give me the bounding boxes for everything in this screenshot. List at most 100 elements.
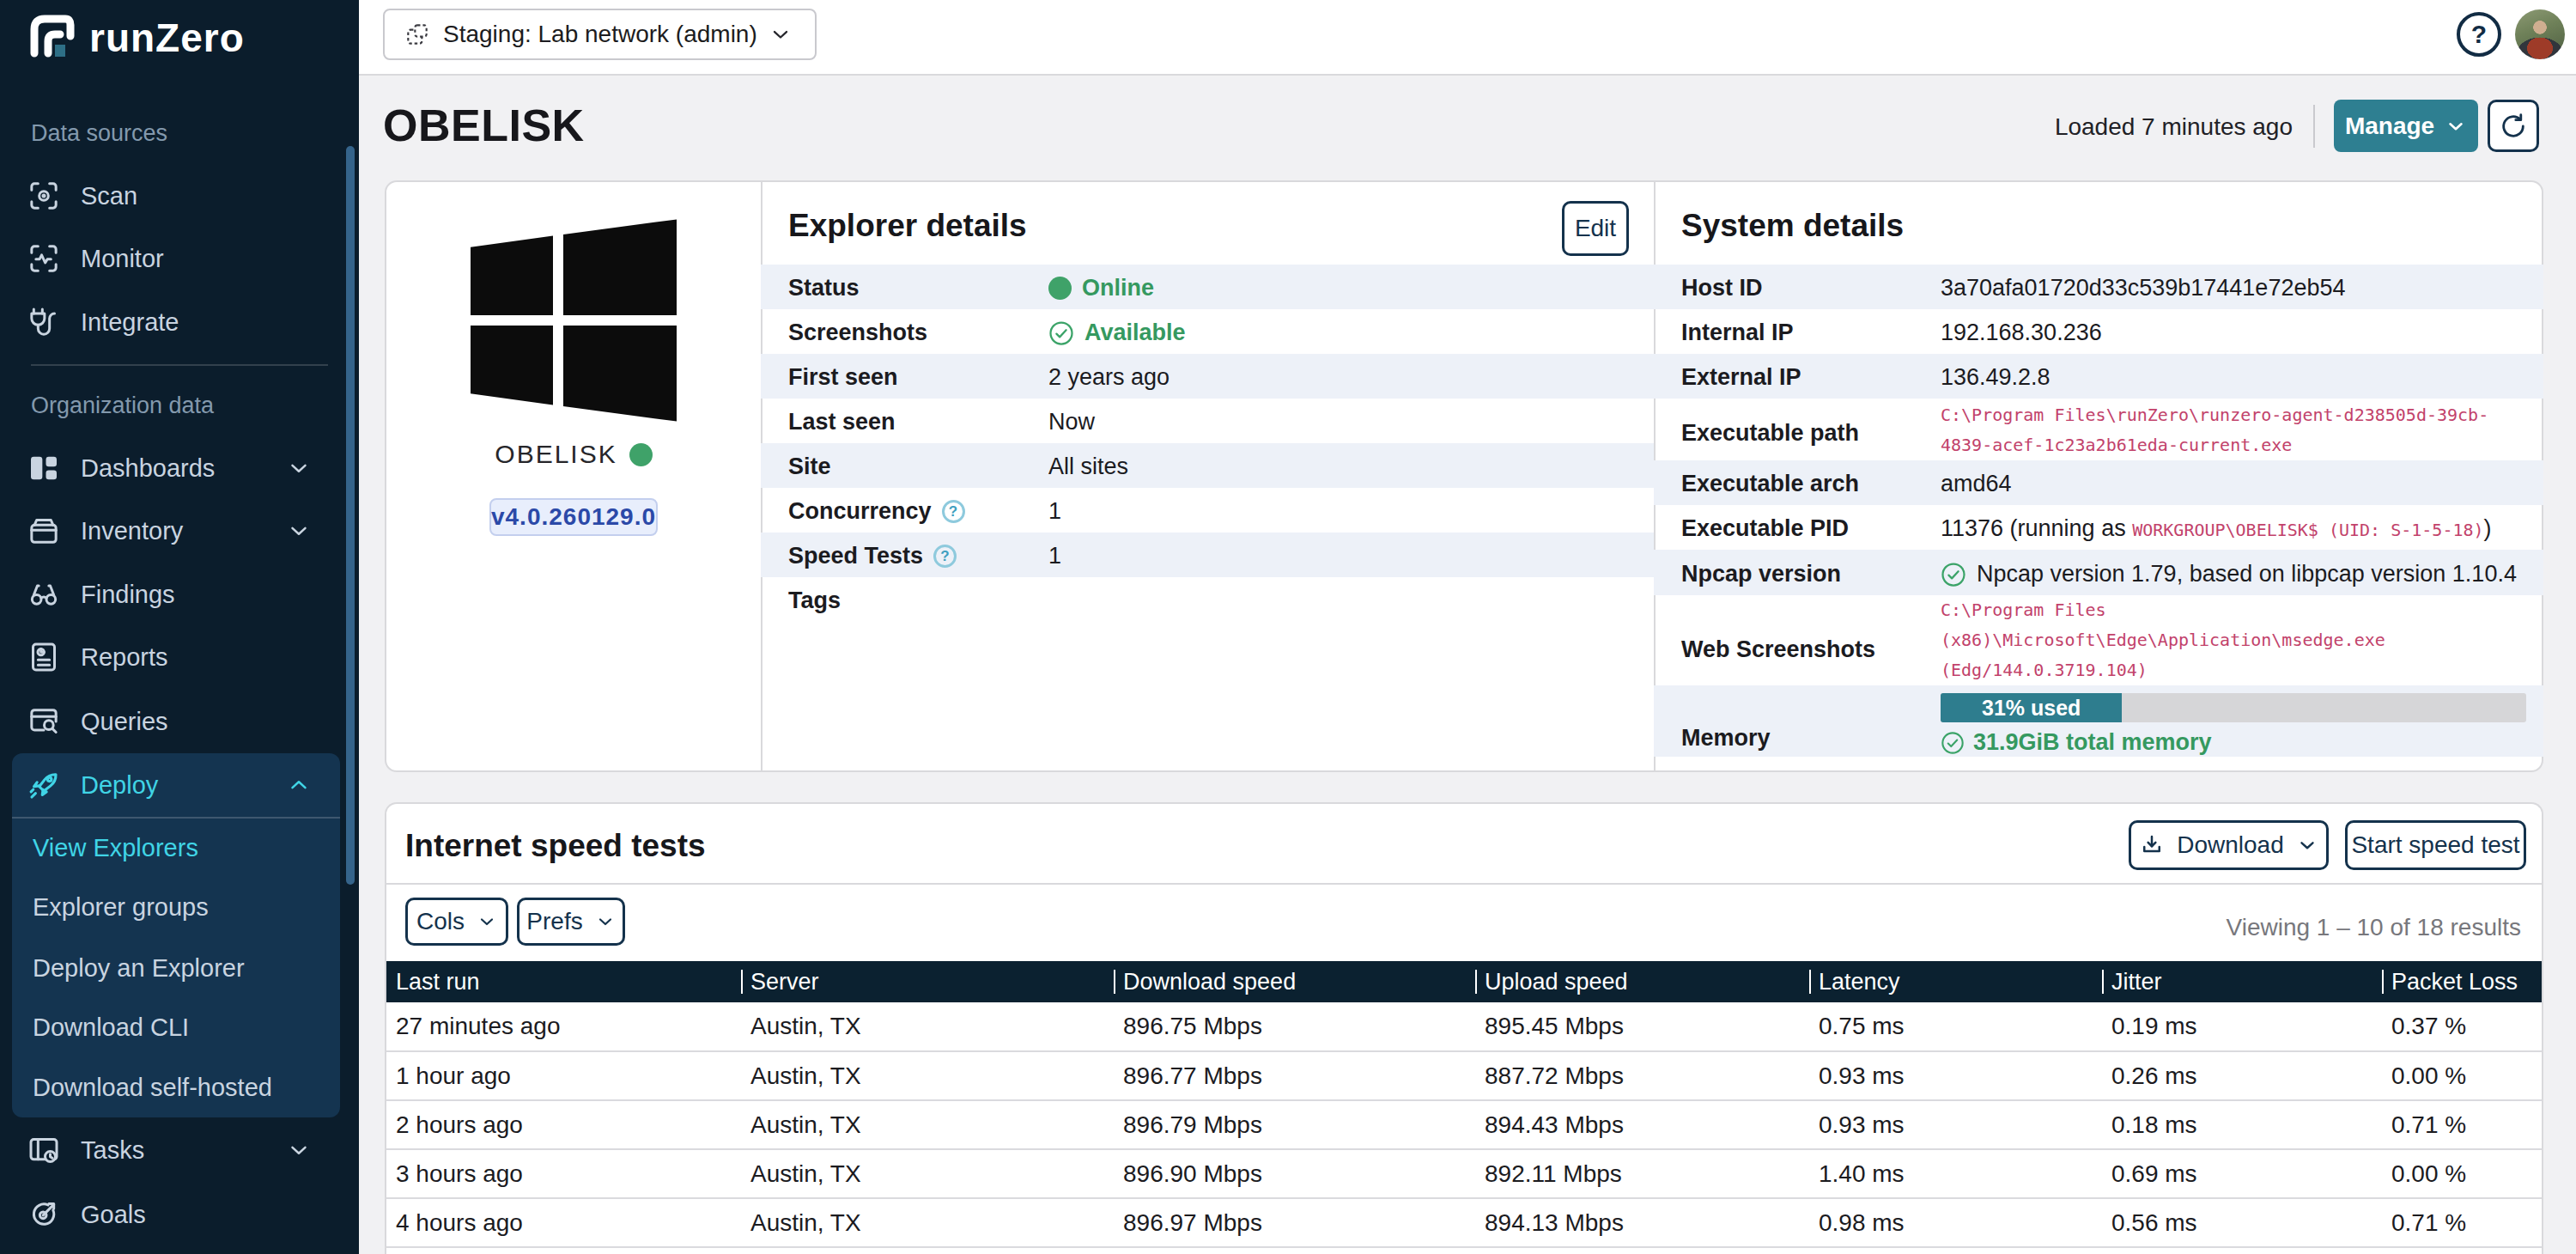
windows-logo	[471, 218, 677, 423]
org-switcher[interactable]: Staging: Lab network (admin)	[383, 9, 817, 60]
sidebar-item-reports[interactable]: Reports	[0, 630, 343, 684]
table-row: 27 minutes agoAustin, TX896.75 Mbps895.4…	[386, 1002, 2542, 1051]
chevron-down-icon	[286, 1137, 312, 1163]
sidebar-item-integrate[interactable]: Integrate	[0, 295, 343, 349]
sidebar-item-deploy-an-explorer[interactable]: Deploy an Explorer	[12, 944, 340, 992]
detail-row-external-ip: External IP 136.49.2.8	[1654, 354, 2543, 399]
question-circle-icon[interactable]: ?	[942, 500, 965, 523]
logo-text: runZero	[89, 15, 245, 61]
table-cell: 0.93 ms	[1809, 1051, 2102, 1100]
tasks-icon	[26, 1132, 62, 1168]
table-cell: Austin, TX	[741, 1002, 1114, 1051]
sidebar-item-dashboards[interactable]: Dashboards	[0, 441, 343, 495]
table-cell: 0.56 ms	[2102, 1198, 2382, 1247]
sidebar-item-scan[interactable]: Scan	[0, 169, 343, 222]
detail-row-executable-path: Executable path C:\Program Files\runZero…	[1654, 399, 2543, 460]
detail-row-host-id: Host ID 3a70afa01720d33c539b17441e72eb54	[1654, 265, 2543, 309]
table-cell: 896.79 Mbps	[1114, 1100, 1475, 1149]
manage-button[interactable]: Manage	[2334, 100, 2478, 152]
refresh-button[interactable]	[2488, 100, 2539, 152]
download-button[interactable]: Download	[2129, 820, 2329, 870]
sidebar-item-explorer-groups[interactable]: Explorer groups	[12, 883, 340, 931]
page-title: OBELISK	[383, 100, 585, 151]
column-header[interactable]: Latency	[1809, 961, 2102, 1002]
table-cell: 1.40 ms	[1809, 1149, 2102, 1198]
explorer-details-title: Explorer details	[788, 208, 1027, 244]
dashboards-icon	[26, 450, 62, 486]
sidebar-item-findings[interactable]: Findings	[0, 568, 343, 621]
org-switcher-icon	[404, 21, 431, 48]
memory-usage-bar: 31% used	[1941, 693, 2526, 722]
card-divider	[386, 883, 2542, 885]
status-dot	[1048, 277, 1072, 300]
prefs-button[interactable]: Prefs	[517, 898, 625, 946]
sidebar-item-deploy[interactable]: Deploy	[12, 758, 340, 812]
detail-row-executable-pid: Executable PID 11376 (running as WORKGRO…	[1654, 505, 2543, 550]
start-speed-test-button[interactable]: Start speed test	[2345, 820, 2526, 870]
chevron-down-icon	[477, 911, 497, 932]
column-separator	[1809, 970, 1811, 994]
column-header[interactable]: Server	[741, 961, 1114, 1002]
sidebar-item-view-explorers[interactable]: View Explorers	[12, 824, 340, 872]
detail-row-tags: Tags	[761, 577, 1654, 622]
runzero-logo-icon	[22, 10, 77, 65]
table-cell: Austin, TX	[741, 1149, 1114, 1198]
version-badge[interactable]: v4.0.260129.0	[489, 498, 658, 536]
sidebar-item-download-cli[interactable]: Download CLI	[12, 1003, 340, 1051]
table-cell: 27 minutes ago	[386, 1002, 741, 1051]
table-cell: 0.18 ms	[2102, 1100, 2382, 1149]
help-icon[interactable]: ?	[2457, 12, 2501, 57]
org-switcher-label: Staging: Lab network (admin)	[443, 21, 757, 48]
sidebar-scrollbar[interactable]	[346, 146, 355, 885]
column-separator	[2102, 970, 2104, 994]
avatar[interactable]	[2515, 9, 2565, 59]
deploy-rocket-icon	[26, 767, 62, 803]
runzero-logo[interactable]: runZero	[22, 10, 245, 65]
sidebar-item-monitor[interactable]: Monitor	[0, 232, 343, 285]
chevron-down-icon	[286, 518, 312, 544]
speed-tests-title: Internet speed tests	[405, 828, 706, 864]
table-cell: 894.13 Mbps	[1475, 1198, 1809, 1247]
table-row: 1 hour agoAustin, TX896.77 Mbps887.72 Mb…	[386, 1051, 2542, 1100]
column-header[interactable]: Jitter	[2102, 961, 2382, 1002]
table-cell: 0.00 %	[2382, 1149, 2542, 1198]
table-cell: 0.75 ms	[1809, 1002, 2102, 1051]
edit-button[interactable]: Edit	[1562, 201, 1629, 256]
table-cell: Austin, TX	[741, 1100, 1114, 1149]
chevron-down-icon	[2445, 115, 2467, 137]
system-details-title: System details	[1681, 208, 1904, 244]
table-cell: 896.90 Mbps	[1114, 1149, 1475, 1198]
table-cell: 894.43 Mbps	[1475, 1100, 1809, 1149]
cols-button[interactable]: Cols	[405, 898, 508, 946]
table-cell: 0.26 ms	[2102, 1051, 2382, 1100]
reports-icon	[26, 639, 62, 675]
header-divider	[2313, 105, 2315, 148]
table-cell: 0.69 ms	[2102, 1149, 2382, 1198]
column-header[interactable]: Packet Loss	[2382, 961, 2542, 1002]
question-circle-icon[interactable]: ?	[933, 545, 957, 568]
table-cell: 4 hours ago	[386, 1198, 741, 1247]
download-icon	[2139, 832, 2165, 858]
sidebar-item-inventory[interactable]: Inventory	[0, 504, 343, 557]
table-cell: 0.71 %	[2382, 1100, 2542, 1149]
explorer-details-section: Explorer details Edit Status Online Scre…	[761, 182, 1654, 770]
table-cell: 0.98 ms	[1809, 1198, 2102, 1247]
column-header[interactable]: Last run	[386, 961, 741, 1002]
column-header[interactable]: Upload speed	[1475, 961, 1809, 1002]
viewing-count: Viewing 1 – 10 of 18 results	[2227, 914, 2521, 941]
detail-row-concurrency: Concurrency? 1	[761, 488, 1654, 533]
sidebar: runZero Data sources Scan Monitor Integr…	[0, 0, 359, 1254]
online-dot	[629, 443, 653, 466]
chevron-down-icon	[2296, 834, 2318, 856]
table-cell: 892.11 Mbps	[1475, 1149, 1809, 1198]
column-header[interactable]: Download speed	[1114, 961, 1475, 1002]
detail-row-internal-ip: Internal IP 192.168.30.236	[1654, 309, 2543, 354]
queries-icon	[26, 703, 62, 740]
sidebar-item-goals[interactable]: Goals	[0, 1188, 343, 1241]
sidebar-item-download-self-hosted[interactable]: Download self-hosted	[12, 1063, 340, 1111]
table-cell: 896.75 Mbps	[1114, 1002, 1475, 1051]
sidebar-item-tasks[interactable]: Tasks	[0, 1123, 343, 1177]
goals-icon	[26, 1196, 62, 1233]
monitor-icon	[26, 240, 62, 277]
sidebar-item-queries[interactable]: Queries	[0, 695, 343, 748]
